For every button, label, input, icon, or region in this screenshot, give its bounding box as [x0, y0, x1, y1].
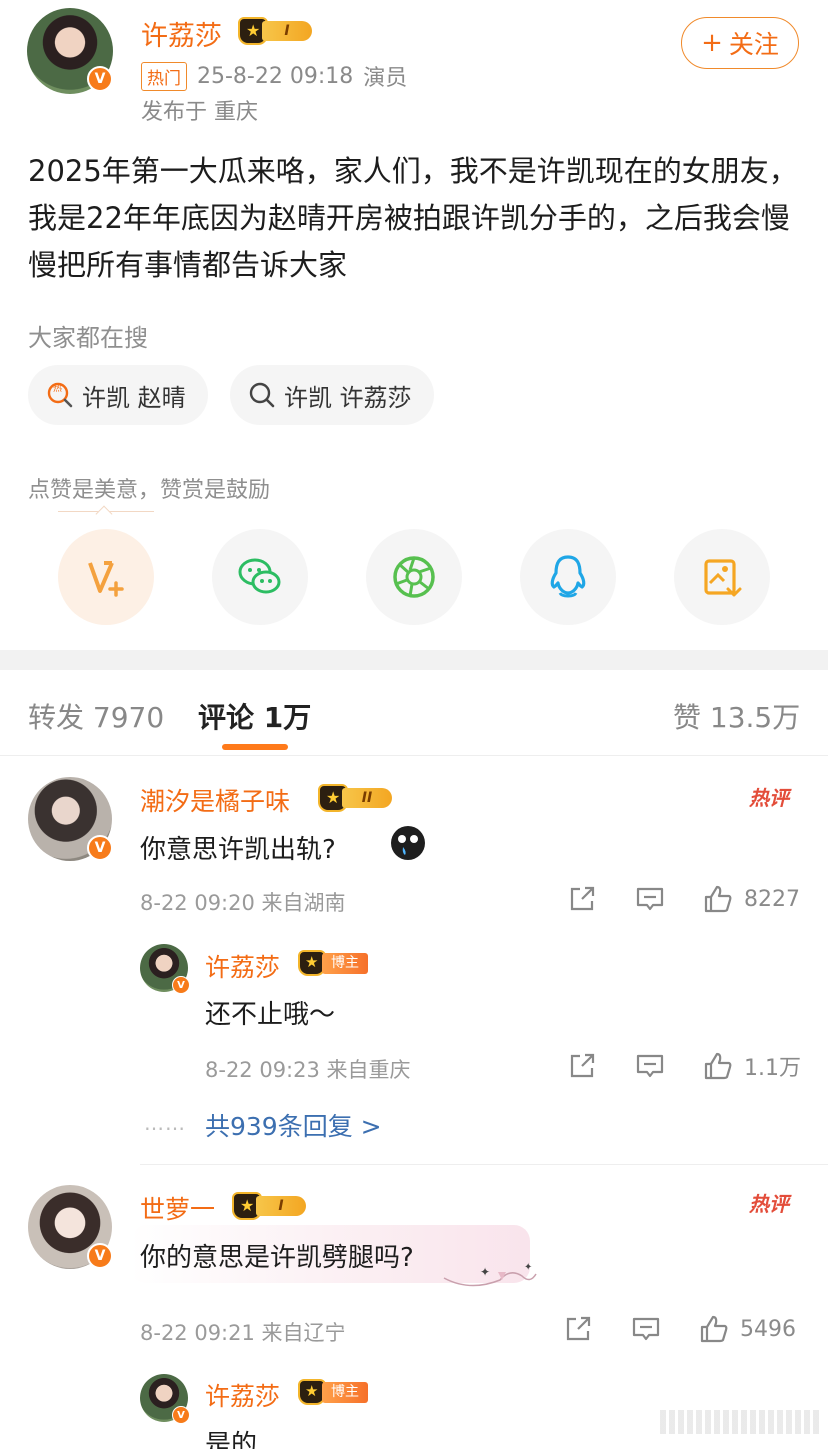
blogger-badge: 博主 [298, 1379, 370, 1405]
vip-crown-badge: I [232, 1192, 308, 1220]
comment-icon[interactable] [634, 883, 666, 915]
wechat-icon [238, 558, 281, 594]
like-icon[interactable] [702, 1050, 734, 1082]
reply-actions: 1.1万 [566, 1050, 801, 1082]
caret-icon [95, 505, 113, 523]
reply-author-name[interactable]: 许荔莎 [205, 1377, 280, 1413]
active-tab-indicator [222, 744, 288, 750]
author-name[interactable]: 许荔莎 [141, 14, 222, 53]
reward-caption: 点赞是美意，赞赏是鼓励 [28, 478, 271, 503]
comment-icon[interactable] [634, 1050, 666, 1082]
qq-share-button[interactable] [520, 529, 616, 625]
section-separator [0, 650, 828, 670]
watermark [660, 1410, 820, 1434]
svg-text:热: 热 [53, 382, 62, 394]
blogger-badge: 博主 [298, 950, 370, 976]
tab-comments[interactable]: 评论 1万 [198, 696, 311, 736]
like-count: 8227 [744, 886, 800, 912]
share-icon[interactable] [566, 1050, 598, 1082]
share-icon[interactable] [562, 1313, 594, 1345]
like-icon[interactable] [698, 1313, 730, 1345]
reply-meta: 8-22 09:23 来自重庆 [205, 1058, 411, 1082]
wechat-share-button[interactable] [212, 529, 308, 625]
reply-author-name[interactable]: 许荔莎 [205, 948, 280, 984]
verified-badge-icon: V [172, 976, 190, 994]
post-content: 2025年第一大瓜来咯，家人们，我不是许凯现在的女朋友，我是22年年底因为赵晴开… [28, 154, 798, 282]
comment-actions: 5496 [562, 1313, 796, 1345]
search-icon [249, 382, 275, 408]
follow-label: 关注 [728, 30, 779, 59]
moments-share-button[interactable] [366, 529, 462, 625]
svg-text:✦: ✦ [524, 1262, 532, 1273]
post-timestamp: 25-8-22 09:18 [197, 63, 354, 89]
author-role: 演员 [363, 66, 408, 91]
v-plus-icon [88, 561, 124, 597]
vip-crown-badge: II [318, 784, 394, 812]
reply-text: 还不止哦～ [205, 1000, 336, 1030]
post-card: V 许荔莎 I + 关注 热门 25-8-22 09:18 演员 发布于 重庆 … [0, 0, 828, 650]
comment-text: 你的意思是许凯劈腿吗? [140, 1243, 414, 1273]
like-count: 1.1万 [744, 1056, 801, 1081]
hot-search-icon: 热 [47, 382, 73, 408]
reward-button[interactable] [58, 529, 154, 625]
more-replies-link[interactable]: 共939条回复 > [205, 1107, 382, 1143]
verified-badge-icon: V [87, 1243, 113, 1269]
save-image-icon [704, 559, 742, 597]
tab-likes[interactable]: 赞 13.5万 [673, 696, 800, 736]
comment-text: 你意思许凯出轨? [140, 835, 336, 865]
qq-icon [550, 555, 586, 598]
search-chip-1[interactable]: 热 许凯 赵晴 [28, 365, 208, 425]
comment-divider [140, 1164, 828, 1165]
interaction-tabs: 转发 7970 评论 1万 赞 13.5万 [0, 670, 828, 756]
crying-face-emoji-icon [391, 826, 425, 860]
save-image-button[interactable] [674, 529, 770, 625]
comment-icon[interactable] [630, 1313, 662, 1345]
reply-text: 是的 [205, 1430, 258, 1449]
search-chip-label: 许凯 许荔莎 [284, 383, 412, 412]
hot-comment-badge: 热评 [749, 1192, 789, 1216]
blogger-badge-label: 博主 [322, 953, 368, 974]
post-location: 发布于 重庆 [141, 100, 258, 125]
vip-crown-badge: I [238, 17, 314, 45]
hot-tag: 热门 [141, 61, 187, 91]
commenter-name[interactable]: 世萝一 [140, 1190, 215, 1226]
share-icon[interactable] [566, 883, 598, 915]
verified-badge-icon: V [172, 1406, 190, 1424]
vip-level: II [342, 788, 392, 808]
svg-text:✦: ✦ [480, 1265, 490, 1279]
post-meta: 热门 25-8-22 09:18 演员 [141, 60, 407, 92]
like-count: 5496 [740, 1316, 796, 1342]
plus-icon: + [701, 28, 723, 58]
verified-badge-icon: V [87, 66, 113, 92]
commenter-name[interactable]: 潮汐是橘子味 [140, 782, 290, 818]
dots-icon: …… [144, 1111, 186, 1135]
ribbon-decoration-icon: ✦ ✦ [443, 1262, 537, 1287]
comment-meta: 8-22 09:21 来自辽宁 [140, 1321, 346, 1345]
search-chip-label: 许凯 赵晴 [82, 383, 186, 412]
blogger-badge-label: 博主 [322, 1382, 368, 1403]
vip-level: I [256, 1196, 306, 1216]
like-icon[interactable] [702, 883, 734, 915]
hot-comment-badge: 热评 [749, 786, 789, 810]
verified-badge-icon: V [87, 835, 113, 861]
search-chip-2[interactable]: 许凯 许荔莎 [230, 365, 434, 425]
trending-search-title: 大家都在搜 [28, 324, 148, 352]
vip-level: I [262, 21, 312, 41]
comment-actions: 8227 [566, 883, 800, 915]
comment-meta: 8-22 09:20 来自湖南 [140, 891, 346, 915]
follow-button[interactable]: + 关注 [681, 17, 799, 69]
tab-repost[interactable]: 转发 7970 [28, 696, 164, 736]
moments-icon [393, 556, 435, 598]
